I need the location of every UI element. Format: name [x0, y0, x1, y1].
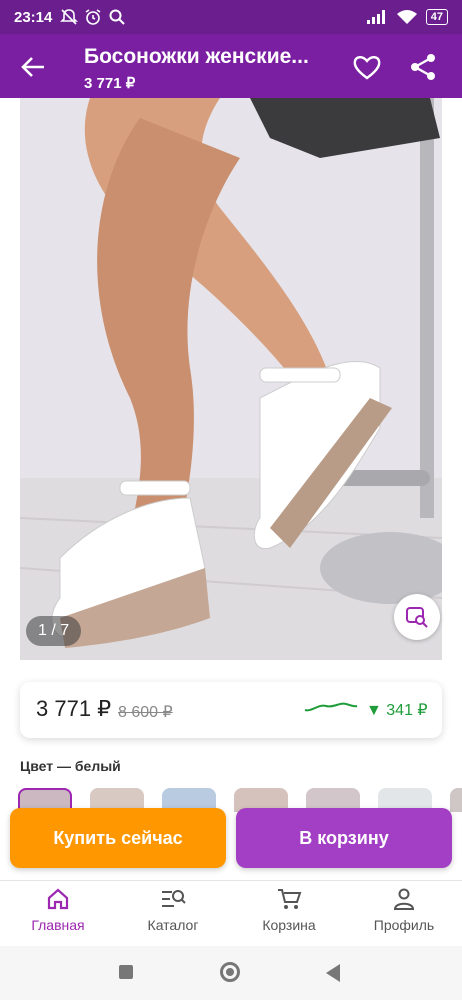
header-price: 3 771 ₽ — [84, 75, 136, 92]
color-label: Цвет — белый — [20, 758, 121, 774]
product-image[interactable] — [20, 98, 442, 660]
system-nav-bar — [0, 946, 462, 1000]
buy-now-button[interactable]: Купить сейчас — [10, 808, 226, 868]
nav-item-home[interactable]: Главная — [8, 887, 108, 933]
nav-item-cart[interactable]: Корзина — [239, 887, 339, 933]
wifi-icon — [396, 10, 417, 24]
image-search-icon — [406, 607, 428, 628]
back-triangle-icon[interactable] — [326, 964, 340, 982]
gallery-counter: 1 / 7 — [26, 616, 82, 646]
old-price: 8 600 ₽ — [118, 704, 173, 721]
profile-icon — [393, 888, 415, 910]
price-trend-icon — [304, 702, 358, 712]
price-drop: ▼ 341 ₽ — [366, 702, 428, 719]
add-to-cart-button[interactable]: В корзину — [236, 808, 452, 868]
bottom-nav: Главная Каталог Корзина Профиль — [0, 880, 462, 946]
product-title: Босоножки женские... — [84, 45, 309, 68]
muted-bell-icon — [60, 9, 79, 25]
share-icon[interactable] — [408, 52, 438, 82]
back-arrow-icon[interactable] — [18, 52, 48, 82]
cart-icon — [278, 889, 302, 909]
status-notification-icons — [60, 8, 126, 26]
nav-label-profile: Профиль — [373, 917, 435, 933]
current-price: 3 771 ₽ — [36, 696, 112, 721]
nav-label-cart: Корзина — [262, 917, 316, 933]
nav-item-profile[interactable]: Профиль — [354, 887, 454, 933]
visual-search-button[interactable] — [394, 594, 440, 640]
favorite-heart-icon[interactable] — [352, 52, 382, 82]
catalog-search-icon — [162, 890, 186, 907]
nav-item-catalog[interactable]: Каталог — [123, 887, 223, 933]
price-card[interactable]: 3 771 ₽ 8 600 ₽ ▼ 341 ₽ — [20, 682, 442, 738]
product-photo-illustration — [20, 98, 442, 660]
home-circle-icon[interactable] — [220, 962, 240, 982]
recents-square-icon[interactable] — [119, 965, 133, 979]
nav-label-catalog: Каталог — [147, 917, 199, 933]
signal-icon — [366, 10, 385, 24]
color-swatch[interactable] — [450, 788, 462, 812]
search-icon — [109, 9, 126, 25]
app-bar: Босоножки женские... 3 771 ₽ — [0, 34, 462, 98]
home-icon — [47, 888, 69, 910]
alarm-icon — [85, 9, 101, 25]
status-bar: 23:14 47 — [0, 0, 462, 34]
battery-indicator: 47 — [425, 9, 448, 25]
status-time: 23:14 — [14, 8, 53, 26]
nav-label-home: Главная — [31, 917, 85, 933]
